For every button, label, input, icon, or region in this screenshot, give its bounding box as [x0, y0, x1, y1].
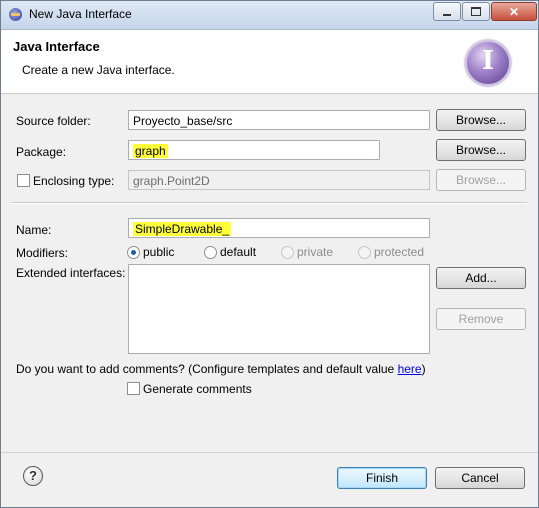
maximize-button[interactable] — [462, 2, 490, 21]
generate-comments-checkbox[interactable] — [127, 382, 140, 395]
modifier-default-label: default — [220, 245, 257, 259]
source-folder-value: Proyecto_base/src — [133, 114, 233, 128]
modifier-private-label: private — [297, 245, 334, 259]
package-value: graph — [133, 144, 168, 158]
package-field[interactable]: graph — [128, 140, 380, 160]
cancel-button[interactable]: Cancel — [435, 467, 525, 489]
maximize-icon — [471, 7, 481, 16]
eclipse-icon — [9, 8, 22, 21]
modifiers-label: Modifiers: — [16, 246, 69, 260]
page-description: Create a new Java interface. — [22, 63, 175, 77]
modifier-protected-label: protected — [374, 245, 425, 259]
add-interface-button[interactable]: Add... — [436, 267, 526, 289]
extended-interfaces-list[interactable] — [128, 264, 430, 354]
source-folder-label: Source folder: — [16, 114, 91, 128]
package-label: Package: — [16, 145, 67, 159]
comments-question: Do you want to add comments? (Configure … — [16, 362, 426, 376]
title-bar: New Java Interface ✕ — [1, 1, 538, 30]
generate-comments-label: Generate comments — [143, 382, 252, 396]
close-icon: ✕ — [508, 4, 520, 19]
minimize-icon — [443, 13, 451, 16]
modifier-public-label: public — [143, 245, 175, 259]
page-title: Java Interface — [13, 39, 100, 54]
name-field[interactable]: SimpleDrawable_ — [128, 218, 430, 238]
window-title: New Java Interface — [29, 7, 132, 21]
enclosing-type-field[interactable]: graph.Point2D — [128, 170, 430, 190]
enclosing-type-value: graph.Point2D — [133, 174, 210, 188]
java-interface-icon: I — [465, 40, 511, 86]
close-button[interactable]: ✕ — [491, 2, 537, 21]
configure-templates-link[interactable]: here — [398, 362, 422, 376]
modifier-protected-radio[interactable] — [358, 246, 371, 259]
enclosing-type-browse-button[interactable]: Browse... — [436, 169, 526, 191]
modifier-private-radio[interactable] — [281, 246, 294, 259]
finish-button[interactable]: Finish — [337, 467, 427, 489]
wizard-header: Java Interface Create a new Java interfa… — [1, 30, 538, 94]
enclosing-type-checkbox[interactable] — [17, 174, 30, 187]
enclosing-type-label: Enclosing type: — [33, 174, 115, 188]
extended-interfaces-label: Extended interfaces: — [16, 266, 126, 280]
name-label: Name: — [16, 223, 52, 237]
comments-close-paren: ) — [421, 362, 426, 376]
footer-separator — [1, 452, 538, 453]
name-value: SimpleDrawable_ — [133, 222, 232, 236]
package-browse-button[interactable]: Browse... — [436, 139, 526, 161]
interface-letter: I — [481, 46, 495, 76]
source-folder-browse-button[interactable]: Browse... — [436, 109, 526, 131]
minimize-button[interactable] — [433, 2, 461, 21]
help-icon[interactable]: ? — [23, 466, 43, 486]
modifier-public-radio[interactable] — [127, 246, 140, 259]
source-folder-field[interactable]: Proyecto_base/src — [128, 110, 430, 130]
separator — [11, 202, 527, 204]
modifier-default-radio[interactable] — [204, 246, 217, 259]
new-java-interface-dialog: New Java Interface ✕ Java Interface Crea… — [0, 0, 539, 508]
comments-question-text: Do you want to add comments? (Configure … — [16, 362, 398, 376]
remove-interface-button[interactable]: Remove — [436, 308, 526, 330]
